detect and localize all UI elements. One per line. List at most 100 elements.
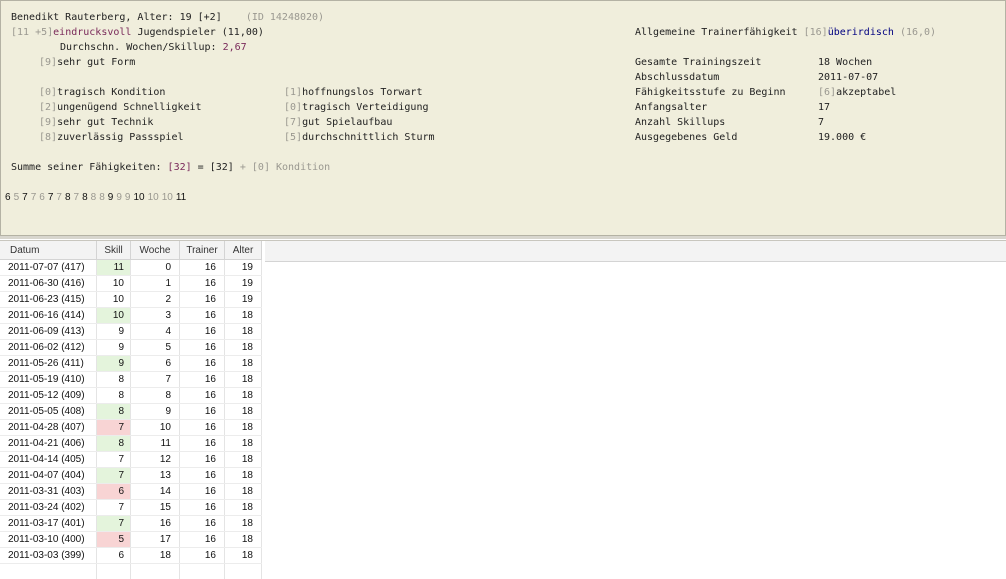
- table-row[interactable]: 2011-06-09 (413)941618: [0, 324, 262, 340]
- sequence-value: 8: [82, 192, 88, 203]
- table-row[interactable]: 2011-05-12 (409)881618: [0, 388, 262, 404]
- date-cell: 2011-04-14 (405): [0, 452, 97, 468]
- stat-label: Anfangsalter: [635, 100, 707, 115]
- date-cell: 2011-06-16 (414): [0, 308, 97, 324]
- sequence-value: 7: [74, 192, 80, 203]
- sum-a: [32]: [168, 162, 192, 173]
- skill-cell: 9: [97, 356, 131, 372]
- skill-level: [0]: [39, 87, 57, 98]
- sequence-value: 10: [162, 192, 173, 203]
- skill-cell: 7: [97, 516, 131, 532]
- trainer-cell: 16: [180, 484, 225, 500]
- stat-value: akzeptabel: [836, 87, 896, 98]
- age-cell: 18: [225, 436, 262, 452]
- table-row[interactable]: 2011-03-24 (402)7151618: [0, 500, 262, 516]
- skill-text: hoffnungslos Torwart: [302, 87, 422, 98]
- history-table-area: Datum Skill Woche Trainer Alter 2011-07-…: [0, 240, 1006, 564]
- stat-label: Gesamte Trainingszeit: [635, 55, 761, 70]
- table-row[interactable]: 2011-07-07 (417)1101619: [0, 260, 262, 276]
- sequence-value: 10: [133, 192, 144, 203]
- age-cell: 18: [225, 532, 262, 548]
- form-line: [9]sehr gut Form: [39, 55, 135, 70]
- table-row[interactable]: 2011-06-16 (414)1031618: [0, 308, 262, 324]
- empty-cell: [97, 564, 131, 579]
- stat-value: 17: [818, 100, 830, 115]
- trainer-cell: 16: [180, 292, 225, 308]
- trainer-cell: 16: [180, 516, 225, 532]
- skill-cell: 8: [97, 436, 131, 452]
- age-cell: 18: [225, 500, 262, 516]
- splitter[interactable]: [0, 236, 1006, 239]
- skill-item: [2]ungenügend Schnelligkeit: [39, 100, 202, 115]
- stat-value: 7: [818, 115, 824, 130]
- column-header-age[interactable]: Alter: [225, 241, 262, 260]
- sequence-value: 9: [125, 192, 131, 203]
- table-row[interactable]: 2011-05-19 (410)871618: [0, 372, 262, 388]
- table-row[interactable]: 2011-04-14 (405)7121618: [0, 452, 262, 468]
- talent-rest: Jugendspieler (11,00): [137, 27, 263, 38]
- sequence-value: 10: [148, 192, 159, 203]
- date-cell: 2011-04-28 (407): [0, 420, 97, 436]
- age-cell: 18: [225, 420, 262, 436]
- skill-cell: 7: [97, 468, 131, 484]
- sum-eq: =: [198, 162, 204, 173]
- table-row[interactable]: 2011-04-07 (404)7131618: [0, 468, 262, 484]
- sum-label: Summe seiner Fähigkeiten:: [11, 162, 162, 173]
- column-header-skill[interactable]: Skill: [97, 241, 131, 260]
- trainer-label: Allgemeine Trainerfähigkeit: [635, 27, 798, 38]
- table-row[interactable]: 2011-05-05 (408)891618: [0, 404, 262, 420]
- empty-cell: [180, 564, 225, 579]
- table-row[interactable]: 2011-06-23 (415)1021619: [0, 292, 262, 308]
- column-header-week[interactable]: Woche: [131, 241, 180, 260]
- date-cell: 2011-05-12 (409): [0, 388, 97, 404]
- skill-cell: 5: [97, 532, 131, 548]
- skill-text: durchschnittlich Sturm: [302, 132, 434, 143]
- table-row[interactable]: 2011-04-28 (407)7101618: [0, 420, 262, 436]
- table-row[interactable]: 2011-03-10 (400)5171618: [0, 532, 262, 548]
- form-text: sehr gut Form: [57, 57, 135, 68]
- week-cell: 17: [131, 532, 180, 548]
- column-header-trainer[interactable]: Trainer: [180, 241, 225, 260]
- column-header-date[interactable]: Datum: [0, 241, 97, 260]
- week-cell: 16: [131, 516, 180, 532]
- skill-text: gut Spielaufbau: [302, 117, 392, 128]
- stat-value-group: [6]akzeptabel: [818, 85, 896, 100]
- trainer-cell: 16: [180, 532, 225, 548]
- age-cell: 18: [225, 388, 262, 404]
- stat-value: 19.000 €: [818, 130, 866, 145]
- stat-label: Ausgegebenes Geld: [635, 130, 737, 145]
- skill-text: sehr gut Technik: [57, 117, 153, 128]
- trainer-cell: 16: [180, 356, 225, 372]
- empty-cell: [0, 564, 97, 579]
- stat-value-prefix: [6]: [818, 87, 836, 98]
- table-row[interactable]: 2011-04-21 (406)8111618: [0, 436, 262, 452]
- table-row[interactable]: 2011-06-30 (416)1011619: [0, 276, 262, 292]
- skill-item: [8]zuverlässig Passspiel: [39, 130, 184, 145]
- week-cell: 0: [131, 260, 180, 276]
- trainer-cell: 16: [180, 308, 225, 324]
- table-row[interactable]: 2011-03-17 (401)7161618: [0, 516, 262, 532]
- sequence-value: 8: [65, 192, 71, 203]
- trainer-cell: 16: [180, 500, 225, 516]
- history-table: Datum Skill Woche Trainer Alter 2011-07-…: [0, 241, 262, 579]
- age-cell: 18: [225, 516, 262, 532]
- empty-cell: [225, 564, 262, 579]
- table-row[interactable]: 2011-03-31 (403)6141618: [0, 484, 262, 500]
- trainer-cell: 16: [180, 404, 225, 420]
- week-cell: 1: [131, 276, 180, 292]
- date-cell: 2011-06-09 (413): [0, 324, 97, 340]
- table-row[interactable]: 2011-05-26 (411)961618: [0, 356, 262, 372]
- skill-cell: 8: [97, 388, 131, 404]
- skill-level: [7]: [284, 117, 302, 128]
- skill-text: zuverlässig Passspiel: [57, 132, 183, 143]
- sequence-value: 7: [22, 192, 28, 203]
- stat-label: Fähigkeitsstufe zu Beginn: [635, 85, 786, 100]
- skill-cell: 11: [97, 260, 131, 276]
- table-row[interactable]: 2011-06-02 (412)951618: [0, 340, 262, 356]
- trainer-cell: 16: [180, 388, 225, 404]
- sum-b: [32]: [210, 162, 234, 173]
- table-row[interactable]: 2011-03-03 (399)6181618: [0, 548, 262, 564]
- stat-label: Abschlussdatum: [635, 70, 719, 85]
- week-cell: 4: [131, 324, 180, 340]
- empty-row: [0, 564, 262, 579]
